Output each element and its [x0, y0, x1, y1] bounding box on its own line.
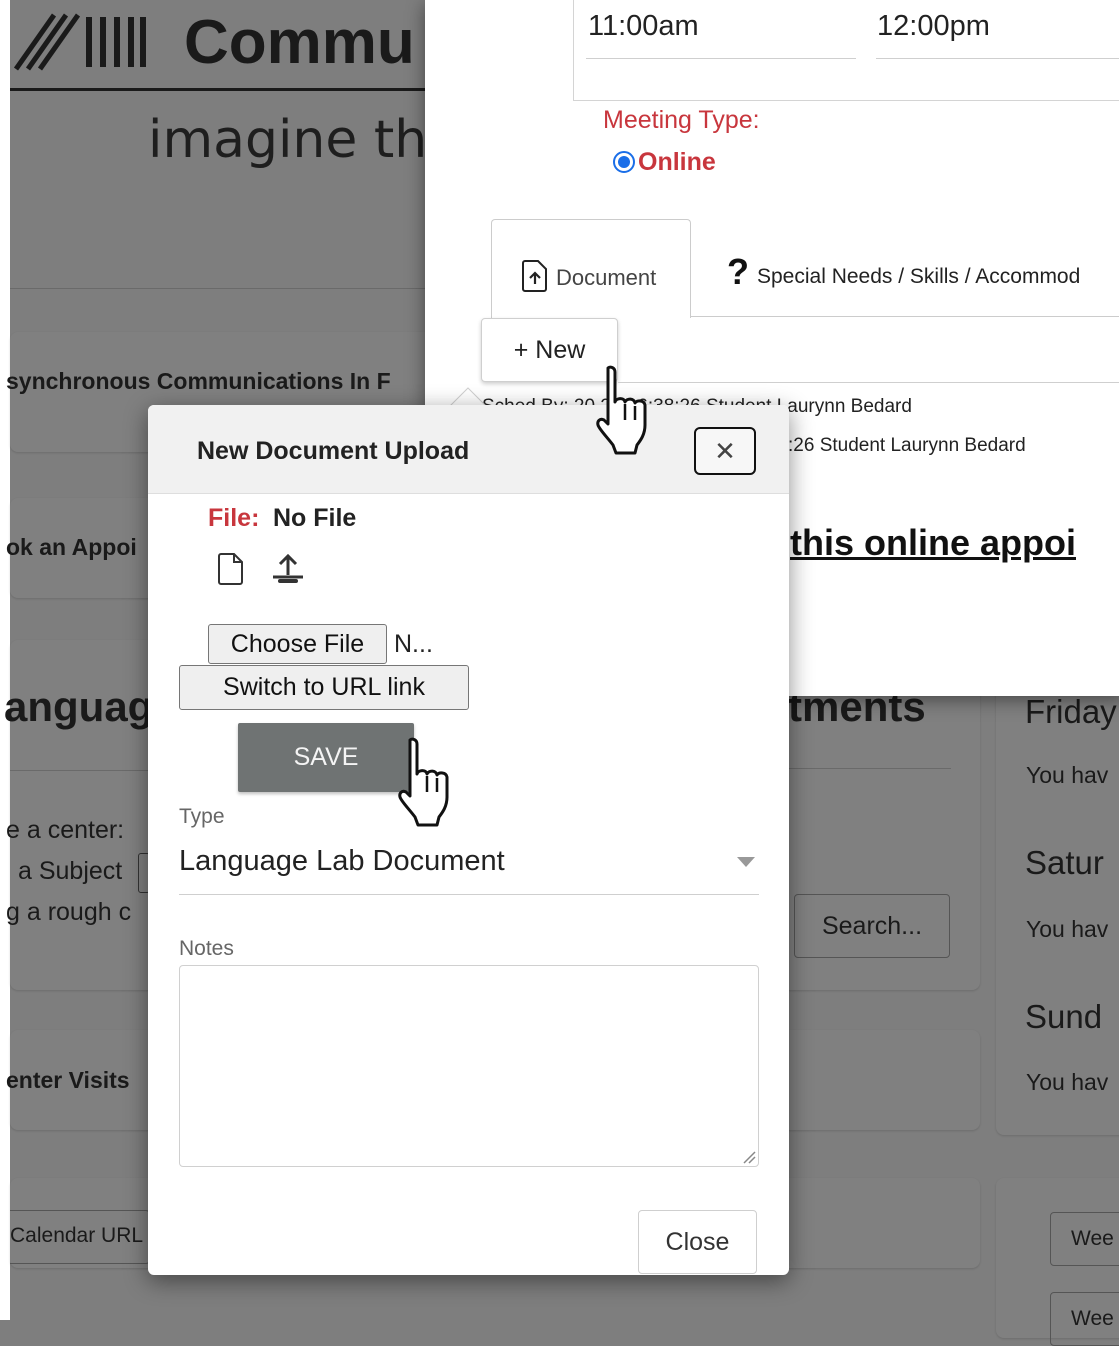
online-appointment-text: this online appoi [790, 522, 1076, 563]
file-chosen-text: N... [394, 630, 433, 658]
choose-file-label: Choose File [230, 629, 365, 658]
modal-header: New Document Upload ✕ [148, 405, 789, 494]
you-have-1: You hav [1026, 762, 1109, 788]
end-time[interactable]: 12:00pm [877, 10, 990, 43]
week-button-2-label: Wee [1071, 1307, 1114, 1330]
notes-label: Notes [179, 937, 234, 960]
close-button[interactable]: Close [638, 1210, 757, 1274]
tab-bar: Document ? Special Needs / Skills / Acco… [491, 219, 1119, 318]
type-label: Type [179, 805, 225, 828]
tab-document-label: Document [556, 265, 657, 290]
card-week-days [996, 670, 1119, 1135]
close-icon: ✕ [714, 435, 736, 466]
question-icon: ? [727, 251, 749, 292]
save-button-label: SAVE [293, 743, 359, 771]
new-document-button[interactable]: + New [481, 318, 618, 382]
search-button-label: Search... [821, 911, 923, 940]
week-button-2[interactable]: Wee [1050, 1292, 1119, 1346]
you-have-3: You hav [1026, 1069, 1109, 1095]
tagline: imagine th [148, 110, 428, 170]
language-heading: anguag [4, 683, 154, 730]
logo-underline [10, 88, 425, 91]
day-friday: Friday [1025, 693, 1117, 730]
meeting-online-radio[interactable] [613, 151, 635, 173]
switch-url-label: Switch to URL link [223, 673, 425, 701]
file-icon[interactable] [218, 553, 244, 585]
dropdown-triangle-icon [737, 857, 755, 867]
upload-icon[interactable] [270, 553, 306, 585]
you-have-2: You hav [1026, 916, 1109, 942]
rough-label: g a rough c [6, 898, 132, 926]
resize-handle-icon[interactable] [742, 1150, 756, 1164]
week-button-1-label: Wee [1071, 1227, 1114, 1250]
logo: Commu [14, 5, 424, 85]
file-value: No File [273, 504, 357, 532]
start-time[interactable]: 11:00am [588, 10, 699, 43]
close-button-label: Close [665, 1227, 730, 1256]
history-line-2: :26 Student Laurynn Bedard [788, 435, 1026, 456]
choose-file-button[interactable]: Choose File [208, 624, 387, 664]
tab-special-needs[interactable]: Special Needs / Skills / Accommod [757, 265, 1080, 289]
card-book-title: ok an Appoi [6, 534, 137, 560]
search-button[interactable]: Search... [794, 894, 950, 958]
modal-close-x-button[interactable]: ✕ [694, 427, 756, 475]
save-button[interactable]: SAVE [238, 723, 414, 792]
center-visits-title: enter Visits [6, 1067, 130, 1093]
left-edge [0, 0, 10, 1320]
type-select[interactable]: Language Lab Document [179, 837, 759, 895]
calendar-url-label: Calendar URL [10, 1224, 144, 1247]
logo-mark-icon [14, 13, 146, 71]
type-select-value: Language Lab Document [179, 845, 505, 877]
logo-text: Commu [184, 8, 415, 77]
notes-textarea[interactable] [179, 965, 759, 1167]
subject-select-label: a Subject [18, 857, 123, 885]
new-button-label: + New [513, 335, 586, 364]
modal-title: New Document Upload [197, 437, 470, 465]
file-label: File: [208, 504, 260, 532]
meeting-type-label: Meeting Type: [603, 106, 760, 134]
choose-center-label: e a center: [6, 816, 125, 844]
new-document-modal: New Document Upload ✕ File: No File Choo… [148, 405, 789, 1275]
day-sunday: Sund [1025, 998, 1103, 1035]
document-upload-icon [522, 260, 547, 292]
tab-document[interactable]: Document [491, 219, 691, 318]
week-button-1[interactable]: Wee [1050, 1212, 1119, 1266]
card-async-title: synchronous Communications In F [6, 368, 391, 394]
meeting-online-label: Online [638, 148, 716, 176]
switch-url-button[interactable]: Switch to URL link [179, 665, 469, 710]
day-saturday: Satur [1025, 844, 1104, 881]
